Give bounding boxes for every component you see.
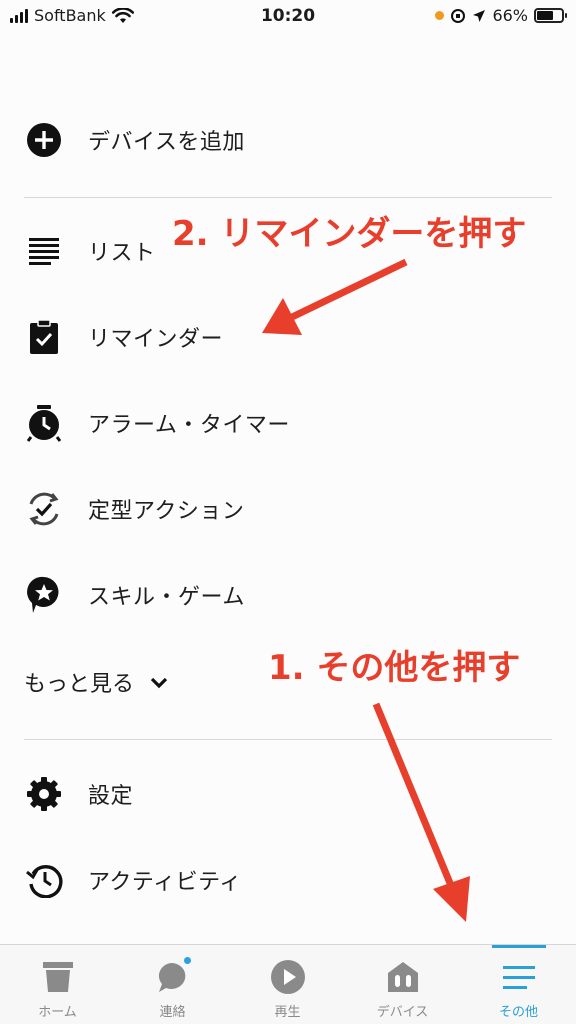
battery-percent: 66% xyxy=(492,6,528,25)
tab-devices[interactable]: デバイス xyxy=(345,945,460,1024)
divider xyxy=(24,197,552,198)
chevron-down-icon xyxy=(150,677,168,689)
menu-label-settings: 設定 xyxy=(88,784,134,809)
tab-label-devices: デバイス xyxy=(376,1005,429,1020)
menu-item-list[interactable]: リスト xyxy=(24,226,156,276)
battery-level xyxy=(537,11,553,20)
menu-item-routine[interactable]: 定型アクション xyxy=(24,484,244,534)
notification-badge xyxy=(181,955,193,966)
annotation-step-2: 2. リマインダーを押す xyxy=(172,214,527,254)
tab-communicate[interactable]: 連絡 xyxy=(115,945,230,1024)
location-arrow-icon xyxy=(473,9,486,22)
mic-indicator-dot xyxy=(435,11,445,20)
battery-icon xyxy=(534,8,567,23)
see-more-button[interactable]: もっと見る xyxy=(24,662,170,702)
divider xyxy=(24,739,552,740)
chat-bubble-icon xyxy=(153,955,193,997)
routine-check-icon xyxy=(24,489,64,529)
menu-label-routine: 定型アクション xyxy=(88,499,245,524)
tab-home[interactable]: ホーム xyxy=(0,945,115,1024)
menu-label-activity: アクティビティ xyxy=(88,870,242,895)
menu-item-skills-games[interactable]: スキル・ゲーム xyxy=(24,570,245,620)
menu-label-skills-games: スキル・ゲーム xyxy=(88,585,245,610)
plus-circle-icon xyxy=(24,120,64,160)
menu-item-settings[interactable]: 設定 xyxy=(24,769,133,819)
gear-icon xyxy=(24,774,64,814)
menu-item-add-device[interactable]: デバイスを追加 xyxy=(24,115,245,165)
alarm-clock-icon xyxy=(24,403,64,443)
list-icon xyxy=(24,231,64,271)
tab-label-play: 再生 xyxy=(274,1005,301,1020)
history-icon xyxy=(24,860,64,900)
home-icon xyxy=(38,957,78,997)
play-icon xyxy=(268,957,308,997)
tab-bar: ホーム 連絡 再生 デバイス その他 xyxy=(0,944,576,1024)
devices-icon xyxy=(383,957,423,997)
skill-star-icon xyxy=(24,575,64,615)
arrow-to-reminder xyxy=(262,258,408,335)
tab-play[interactable]: 再生 xyxy=(230,945,345,1024)
tab-label-communicate: 連絡 xyxy=(159,1005,186,1020)
menu-label-list: リスト xyxy=(88,241,156,266)
see-more-label: もっと見る xyxy=(24,672,135,697)
menu-label-alarm-timer: アラーム・タイマー xyxy=(88,413,290,438)
menu-item-reminder[interactable]: リマインダー xyxy=(24,312,223,362)
menu-item-activity[interactable]: アクティビティ xyxy=(24,855,242,905)
lock-rotation-icon xyxy=(451,8,466,23)
menu-icon xyxy=(499,957,539,997)
tab-label-home: ホーム xyxy=(38,1005,77,1020)
tab-more[interactable]: その他 xyxy=(461,945,576,1024)
menu-item-alarm-timer[interactable]: アラーム・タイマー xyxy=(24,398,290,448)
menu-label-add-device: デバイスを追加 xyxy=(88,130,245,155)
reminder-clipboard-icon xyxy=(24,317,64,357)
status-bar: SoftBank 10:20 66% xyxy=(0,0,576,34)
annotation-step-1: 1. その他を押す xyxy=(268,648,521,688)
status-right: 66% xyxy=(435,6,567,25)
tab-label-more: その他 xyxy=(498,1005,538,1020)
menu-label-reminder: リマインダー xyxy=(88,327,224,352)
arrow-to-more-tab xyxy=(372,702,470,922)
